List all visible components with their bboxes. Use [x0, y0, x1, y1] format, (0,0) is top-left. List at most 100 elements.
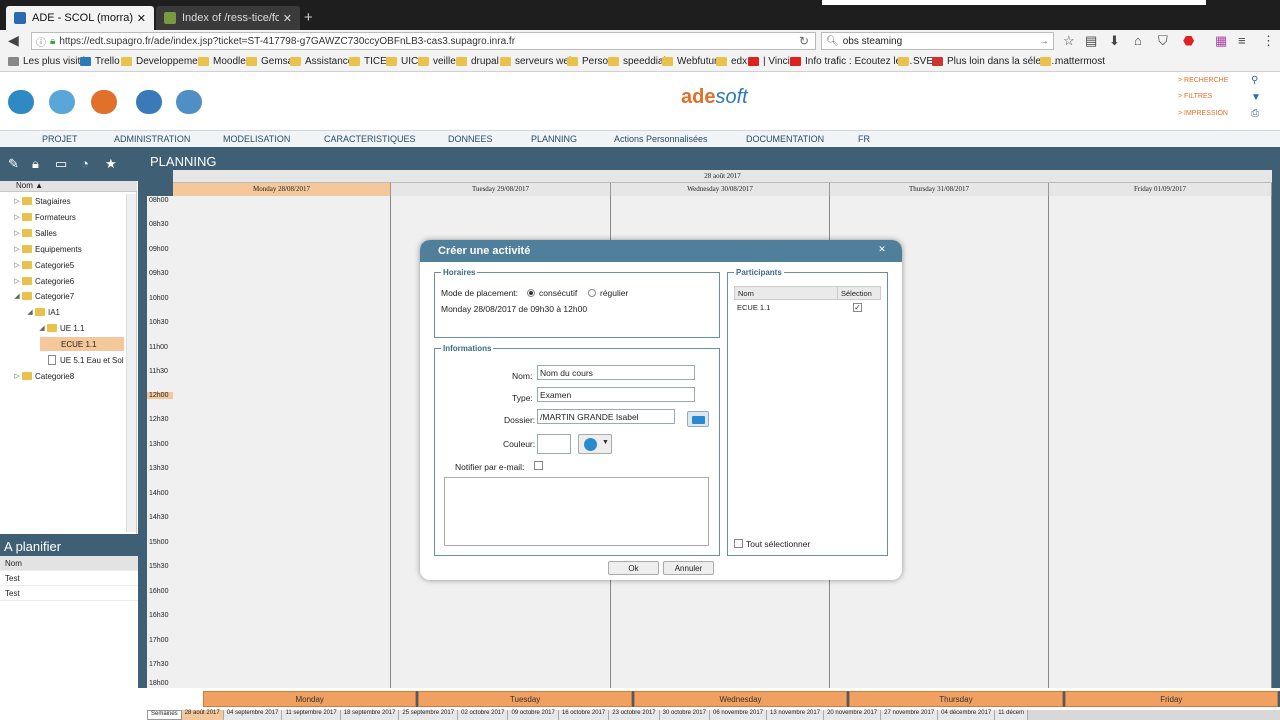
color-picker-button[interactable]: ▼ [578, 434, 612, 454]
url-bar[interactable]: ⓘ 🔒︎ https://edt.supagro.fr/ade/index.js… [31, 32, 816, 50]
participants-col-nom[interactable]: Nom [738, 289, 754, 298]
close-tab-icon[interactable]: ✕ [137, 12, 146, 25]
tree-item-selected[interactable]: ECUE 1.1 [40, 337, 124, 351]
bookmark-item[interactable]: UIC [386, 56, 418, 67]
list-item[interactable]: Test [0, 571, 138, 586]
search-engine-icon[interactable]: 🔍︎ [826, 36, 839, 47]
week-item[interactable]: 23 octobre 2017 [609, 710, 660, 720]
consecutif-label[interactable]: consécutif [539, 288, 577, 298]
day-column[interactable] [173, 196, 391, 688]
recherche-link[interactable]: > RECHERCHE [1178, 77, 1228, 84]
ok-button[interactable]: Ok [608, 561, 659, 575]
search-input[interactable]: 🔍︎ obs steaming → [821, 32, 1054, 50]
week-item[interactable]: 09 octobre 2017 [508, 710, 559, 720]
tools-icon[interactable]: ✎ [8, 156, 19, 172]
search-value[interactable]: obs steaming [843, 36, 1039, 47]
bookmark-item[interactable]: | Vinci [748, 56, 790, 67]
day-header[interactable]: Wednesday 30/08/2017 [611, 183, 830, 196]
table-row[interactable]: ECUE 1.1 ✓ [734, 301, 881, 315]
close-icon[interactable]: ✕ [876, 244, 888, 256]
tree-item[interactable]: ▷ Equipements [12, 242, 81, 256]
week-item[interactable]: 04 septembre 2017 [223, 710, 283, 720]
participants-col-selection[interactable]: Sélection [841, 289, 872, 298]
select-all-label[interactable]: Tout sélectionner [746, 539, 810, 549]
print-icon[interactable]: ⎙ [1251, 108, 1259, 119]
bookmark-item[interactable]: Moodle [198, 56, 246, 67]
apps-grid-icon[interactable]: ▦ [1215, 33, 1227, 49]
week-item[interactable]: 04 décembre 2017 [938, 710, 996, 720]
planning-scrollbar[interactable] [1272, 170, 1280, 688]
regulier-label[interactable]: régulier [600, 288, 628, 298]
folder-move-icon[interactable]: ▭ [55, 156, 67, 172]
bottom-day[interactable]: Tuesday [418, 691, 632, 707]
bookmark-item[interactable]: Les plus visités [8, 56, 91, 67]
menu-documentation[interactable]: DOCUMENTATION [746, 134, 824, 144]
week-item[interactable]: 02 octobre 2017 [458, 710, 509, 720]
bookmark-item[interactable]: SVE [898, 56, 933, 67]
nom-field[interactable]: Nom du cours [537, 365, 695, 380]
menu-icon[interactable]: ≡ [1238, 33, 1246, 48]
url-text[interactable]: https://edt.supagro.fr/ade/index.jsp?tic… [59, 36, 793, 47]
back-icon[interactable]: ◀ [8, 32, 19, 49]
bookmark-item[interactable]: Plus loin dans la sélect... [932, 56, 1057, 67]
week-item[interactable]: 28 août 2017 [181, 710, 224, 720]
filtres-link[interactable]: > FILTRES [1178, 93, 1212, 100]
bottom-day[interactable]: Friday [1064, 691, 1279, 707]
view-select[interactable]: Semaines [147, 710, 182, 720]
bookmark-item[interactable]: Assistance [290, 56, 353, 67]
week-item[interactable]: 06 novembre 2017 [709, 710, 768, 720]
day-header[interactable]: Tuesday 29/08/2017 [391, 183, 611, 196]
mail-tool-icon[interactable] [136, 90, 162, 114]
bookmark-star-icon[interactable]: ☆ [1063, 33, 1075, 49]
chart-tool-icon[interactable] [91, 90, 117, 114]
week-item[interactable]: 11 septembre 2017 [282, 710, 341, 720]
rss-icon[interactable]: ◔ [81, 156, 89, 171]
bookmark-item[interactable]: Gemsa [246, 56, 293, 67]
reading-list-icon[interactable]: ▤ [1085, 33, 1097, 49]
adblock-icon[interactable]: ⬣ [1183, 33, 1194, 49]
day-header[interactable]: Friday 01/09/2017 [1049, 183, 1272, 196]
menu-caracteristiques[interactable]: CARACTERISTIQUES [324, 134, 416, 144]
a-planifier-header[interactable]: Nom [0, 556, 138, 571]
dossier-field[interactable]: /MARTIN GRANDE Isabel [537, 409, 675, 424]
tab-ade[interactable]: ADE - SCOL (morra) - 6.5.3c ✕ [6, 6, 154, 30]
search-go-icon[interactable]: → [1039, 36, 1049, 47]
star-icon[interactable]: ★ [105, 156, 117, 172]
new-tab-button[interactable]: + [304, 9, 313, 26]
bookmark-item[interactable]: veille [418, 56, 456, 67]
bookmark-item[interactable]: edx [716, 56, 747, 67]
tree-item[interactable]: ▷ Salles [12, 226, 57, 240]
bottom-day[interactable]: Monday [203, 691, 417, 707]
bookmark-item[interactable]: Developpement [121, 56, 206, 67]
consecutif-radio[interactable] [527, 289, 535, 297]
menu-projet[interactable]: PROJET [42, 134, 78, 144]
menu-administration[interactable]: ADMINISTRATION [114, 134, 190, 144]
week-item[interactable]: 27 novembre 2017 [881, 710, 939, 720]
list-item[interactable]: Test [0, 586, 138, 601]
info-icon[interactable]: ⓘ [36, 34, 46, 49]
search-icon[interactable]: ⚲ [1251, 75, 1258, 86]
tab-index[interactable]: Index of /ress-tice/formati... ✕ [156, 6, 300, 30]
plane-tool-icon[interactable] [49, 90, 75, 114]
bookmark-item[interactable]: drupal [456, 56, 499, 67]
user-tool-icon[interactable] [8, 90, 34, 114]
cancel-button[interactable]: Annuler [663, 561, 714, 575]
select-all-checkbox[interactable] [734, 539, 743, 548]
bottom-day[interactable]: Thursday [849, 691, 1063, 707]
week-item[interactable]: 25 septembre 2017 [399, 710, 459, 720]
color-swatch[interactable] [537, 434, 571, 454]
menu-donnees[interactable]: DONNEES [448, 134, 493, 144]
tree-item[interactable]: ▷ Categorie6 [12, 274, 74, 288]
bookmark-item[interactable]: mattermost [1040, 56, 1105, 67]
week-item[interactable]: 13 novembre 2017 [767, 710, 825, 720]
bookmark-item[interactable]: Perso [567, 56, 608, 67]
tree-column-header[interactable]: Nom ▲ [0, 181, 137, 192]
tree-item[interactable]: ▷ Categorie5 [12, 258, 74, 272]
filter-icon[interactable]: ▼ [1251, 92, 1261, 103]
bookmark-item[interactable]: Webfutur [662, 56, 717, 67]
day-header[interactable]: Thursday 31/08/2017 [830, 183, 1049, 196]
tree-item[interactable]: ▷ Stagiaires [12, 194, 70, 208]
tree-item[interactable]: ◢ IA1 [25, 305, 60, 319]
menu-modelisation[interactable]: MODELISATION [223, 134, 290, 144]
tree-item[interactable]: ◢ UE 1.1 [37, 321, 84, 335]
